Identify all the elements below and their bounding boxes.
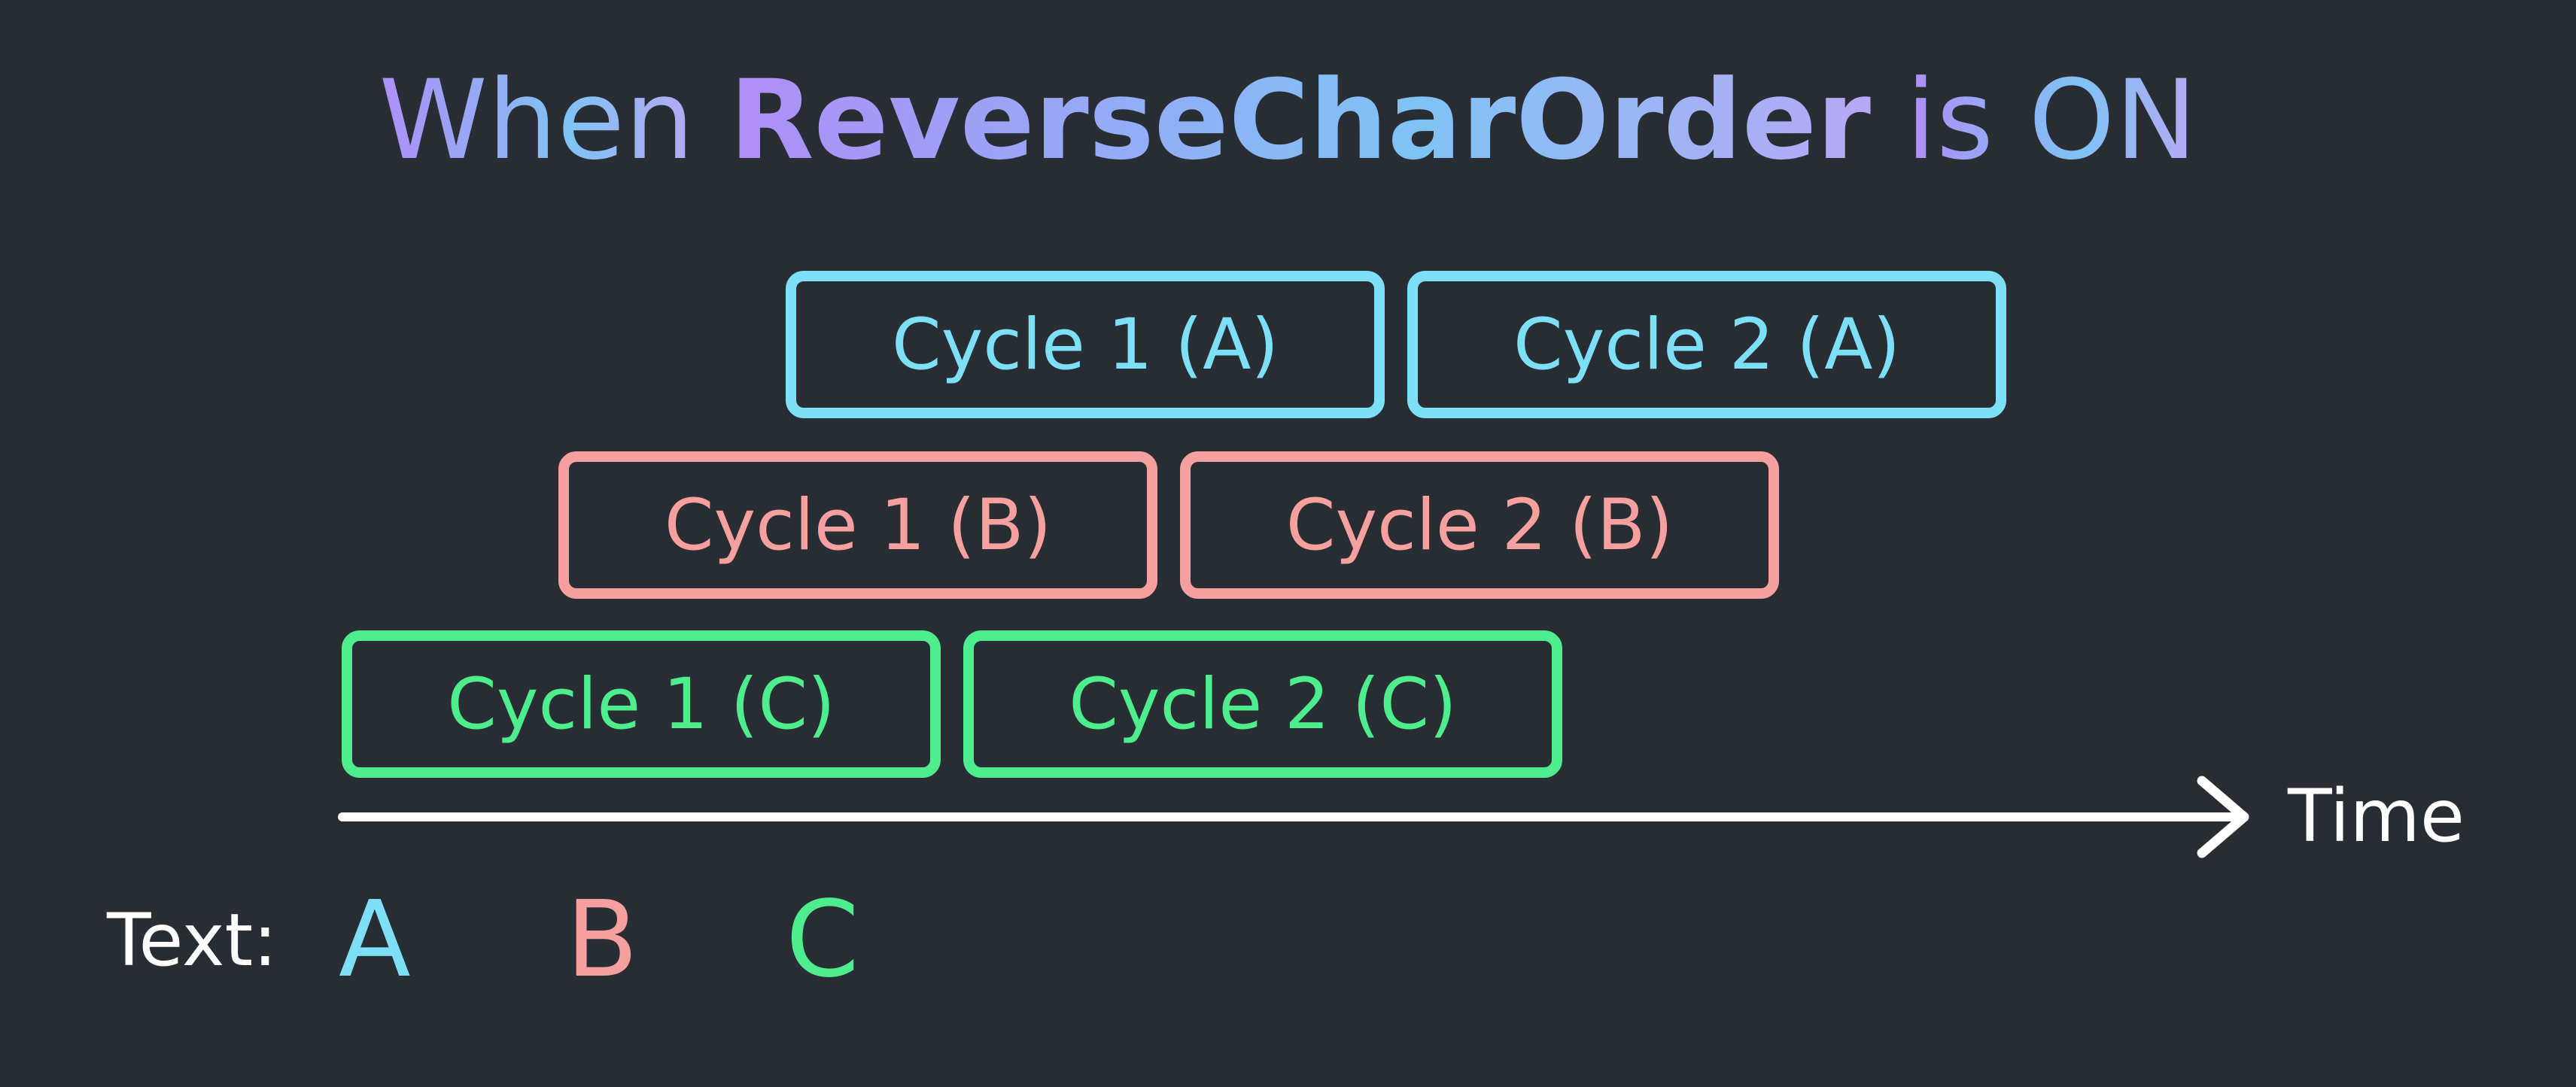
arrow-right-icon — [2197, 776, 2249, 858]
title-highlight: ReverseCharOrder — [729, 56, 1871, 184]
time-axis-label: Time — [2288, 774, 2465, 858]
text-label: Text: — [107, 898, 278, 982]
cycle-1-a-box: Cycle 1 (A) — [786, 271, 1385, 418]
cycle-1-b-box: Cycle 1 (B) — [558, 451, 1157, 599]
time-axis-line — [338, 812, 2242, 821]
cycle-1-c-box: Cycle 1 (C) — [342, 630, 941, 778]
cycle-2-c-box: Cycle 2 (C) — [963, 630, 1562, 778]
text-char-a: A — [339, 879, 411, 1001]
text-char-c: C — [786, 879, 859, 1001]
cycle-2-b-box: Cycle 2 (B) — [1180, 451, 1779, 599]
text-char-b: B — [566, 879, 639, 1001]
title-prefix: When — [379, 56, 695, 184]
diagram-title: When ReverseCharOrder is ON — [0, 45, 2576, 196]
cycle-2-a-box: Cycle 2 (A) — [1407, 271, 2006, 418]
title-suffix: is ON — [1905, 56, 2197, 184]
